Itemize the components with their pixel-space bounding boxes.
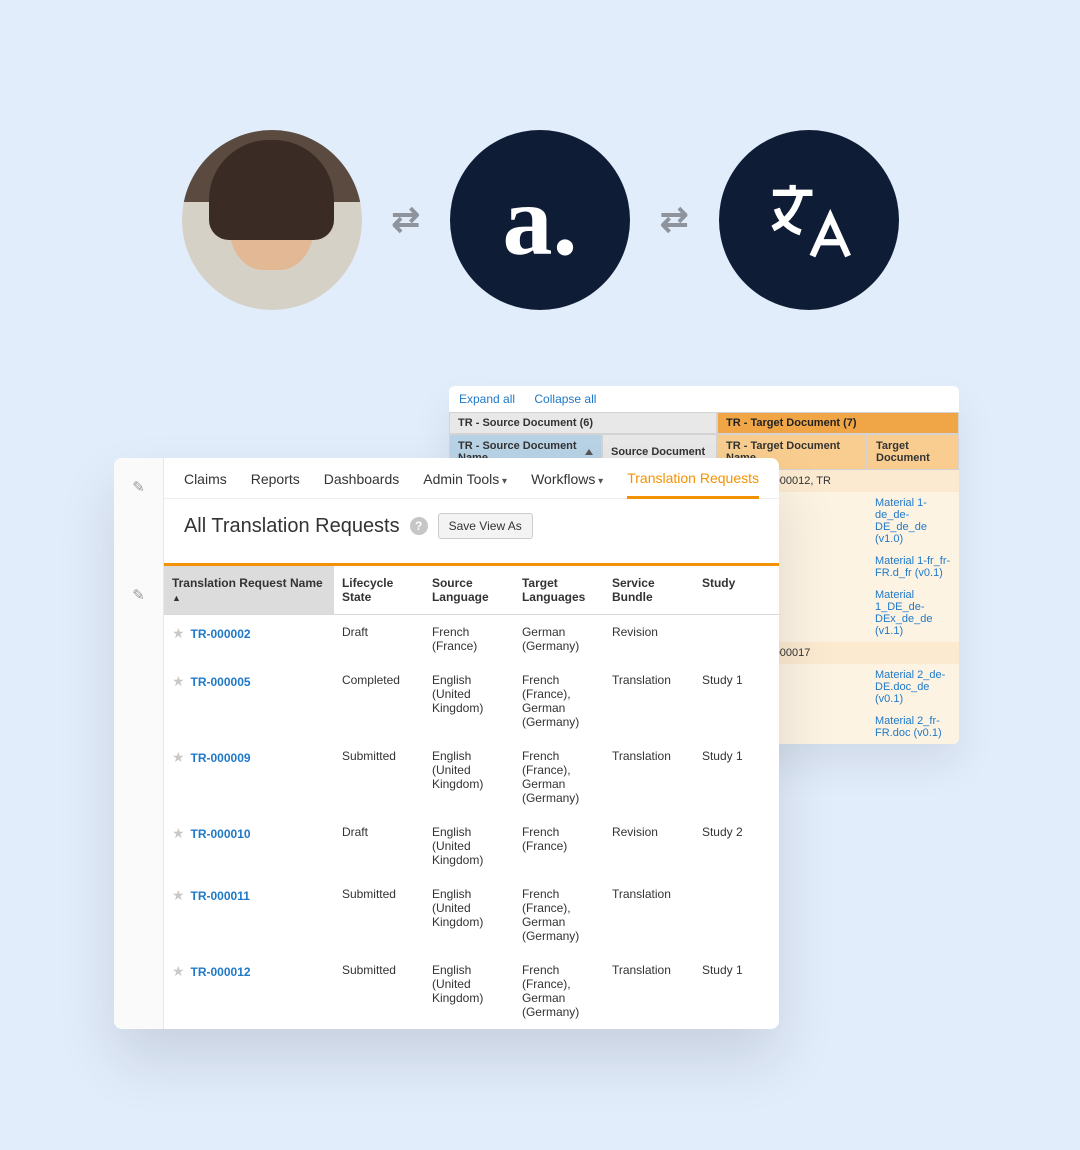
tab-translation-requests[interactable]: Translation Requests bbox=[627, 470, 759, 499]
star-icon[interactable]: ★ bbox=[172, 749, 185, 765]
star-icon[interactable]: ★ bbox=[172, 673, 185, 689]
requests-table: Translation Request Name Lifecycle State… bbox=[164, 566, 779, 1029]
expand-collapse-bar: Expand all Collapse all bbox=[449, 386, 959, 412]
cell-target-langs: French (France), German (Germany) bbox=[514, 663, 604, 739]
group-headers: TR - Source Document (6) TR - Target Doc… bbox=[449, 412, 959, 434]
brand-logo: a. bbox=[503, 163, 578, 278]
tab-workflows[interactable]: Workflows bbox=[531, 471, 603, 497]
group-header-source[interactable]: TR - Source Document (6) bbox=[449, 412, 717, 434]
page-title-row: All Translation Requests ? Save View As bbox=[164, 499, 779, 553]
sort-asc-icon bbox=[585, 449, 593, 455]
page-title: All Translation Requests bbox=[184, 515, 400, 538]
cell-state: Draft bbox=[334, 615, 424, 664]
pencil-icon[interactable]: ✎ bbox=[114, 586, 163, 604]
cell-target-langs: French (France) bbox=[514, 815, 604, 877]
tab-reports[interactable]: Reports bbox=[251, 471, 300, 497]
col-target-doc[interactable]: Target Document bbox=[867, 434, 959, 470]
cell-target-langs: French (France), German (Germany) bbox=[514, 877, 604, 953]
expand-all-link[interactable]: Expand all bbox=[459, 392, 515, 406]
col-request-name[interactable]: Translation Request Name bbox=[164, 566, 334, 615]
cell-state: Submitted bbox=[334, 877, 424, 953]
main-content: Claims Reports Dashboards Admin Tools Wo… bbox=[164, 458, 779, 1029]
swap-arrows-2: ⇄ bbox=[660, 203, 689, 237]
cell-source-lang: English (United Kingdom) bbox=[424, 663, 514, 739]
collapse-all-link[interactable]: Collapse all bbox=[534, 392, 596, 406]
request-link[interactable]: TR-000009 bbox=[191, 751, 251, 765]
cell-bundle: Revision bbox=[604, 615, 694, 664]
cell-study bbox=[694, 877, 779, 953]
cell-study: Study 1 bbox=[694, 663, 779, 739]
cell-target-doc[interactable]: Material 1-fr_fr-FR.d_fr (v0.1) bbox=[867, 550, 959, 584]
avatar-circle bbox=[182, 130, 362, 310]
arrow-right-icon: ⇄ bbox=[660, 203, 689, 237]
col-target-languages[interactable]: Target Languages bbox=[514, 566, 604, 615]
cell-target-langs: German (Germany) bbox=[514, 615, 604, 664]
star-icon[interactable]: ★ bbox=[172, 625, 185, 641]
request-link[interactable]: TR-000005 bbox=[191, 675, 251, 689]
request-link[interactable]: TR-000012 bbox=[191, 965, 251, 979]
tab-dashboards[interactable]: Dashboards bbox=[324, 471, 400, 497]
cell-bundle: Translation bbox=[604, 953, 694, 1029]
cell-state: Submitted bbox=[334, 953, 424, 1029]
star-icon[interactable]: ★ bbox=[172, 963, 185, 979]
cell-target-doc[interactable]: Material 2_fr-FR.doc (v0.1) bbox=[867, 710, 959, 744]
request-link[interactable]: TR-000011 bbox=[191, 889, 250, 903]
col-service-bundle[interactable]: Service Bundle bbox=[604, 566, 694, 615]
pencil-icon[interactable]: ✎ bbox=[114, 478, 163, 496]
col-study[interactable]: Study bbox=[694, 566, 779, 615]
nav-tabs: Claims Reports Dashboards Admin Tools Wo… bbox=[164, 458, 779, 499]
arrow-right-icon: ⇄ bbox=[392, 203, 421, 237]
avatar-image bbox=[182, 130, 362, 310]
group-header-target[interactable]: TR - Target Document (7) bbox=[717, 412, 959, 434]
requests-panel: ✎ ✎ Claims Reports Dashboards Admin Tool… bbox=[114, 458, 779, 1029]
cell-state: Completed bbox=[334, 663, 424, 739]
cell-state: Draft bbox=[334, 815, 424, 877]
tab-claims[interactable]: Claims bbox=[184, 471, 227, 497]
swap-arrows-1: ⇄ bbox=[392, 203, 421, 237]
col-lifecycle-state[interactable]: Lifecycle State bbox=[334, 566, 424, 615]
cell-study: Study 1 bbox=[694, 739, 779, 815]
cell-source-lang: English (United Kingdom) bbox=[424, 739, 514, 815]
brand-circle: a. bbox=[450, 130, 630, 310]
cell-bundle: Translation bbox=[604, 877, 694, 953]
cell-target-doc[interactable]: Material 2_de-DE.doc_de (v0.1) bbox=[867, 664, 959, 710]
save-view-button[interactable]: Save View As bbox=[438, 513, 533, 539]
cell-source-lang: English (United Kingdom) bbox=[424, 953, 514, 1029]
request-link[interactable]: TR-000002 bbox=[191, 627, 251, 641]
star-icon[interactable]: ★ bbox=[172, 825, 185, 841]
col-source-language[interactable]: Source Language bbox=[424, 566, 514, 615]
table-row: ★ TR-000002 DraftFrench (France)German (Ge… bbox=[164, 615, 779, 664]
table-row: ★ TR-000005 CompletedEnglish (United Kingd… bbox=[164, 663, 779, 739]
cell-target-doc[interactable]: Material 1_DE_de-DEx_de_de (v1.1) bbox=[867, 584, 959, 642]
cell-bundle: Translation bbox=[604, 739, 694, 815]
star-icon[interactable]: ★ bbox=[172, 887, 185, 903]
cell-source-lang: English (United Kingdom) bbox=[424, 877, 514, 953]
cell-target-doc[interactable] bbox=[867, 642, 959, 664]
table-row: ★ TR-000011 SubmittedEnglish (United Kingd… bbox=[164, 877, 779, 953]
tab-admin-tools[interactable]: Admin Tools bbox=[423, 471, 507, 497]
hero-row: ⇄ a. ⇄ bbox=[0, 130, 1080, 310]
cell-study: Study 2 bbox=[694, 815, 779, 877]
cell-target-doc[interactable] bbox=[867, 470, 959, 492]
cell-target-langs: French (France), German (Germany) bbox=[514, 739, 604, 815]
table-row: ★ TR-000012 SubmittedEnglish (United Kingd… bbox=[164, 953, 779, 1029]
request-link[interactable]: TR-000010 bbox=[191, 827, 251, 841]
cell-source-lang: French (France) bbox=[424, 615, 514, 664]
cell-bundle: Revision bbox=[604, 815, 694, 877]
translate-icon bbox=[761, 173, 856, 268]
cell-source-lang: English (United Kingdom) bbox=[424, 815, 514, 877]
cell-study: Study 1 bbox=[694, 953, 779, 1029]
cell-state: Submitted bbox=[334, 739, 424, 815]
cell-study bbox=[694, 615, 779, 664]
table-row: ★ TR-000009 SubmittedEnglish (United Kingd… bbox=[164, 739, 779, 815]
cell-target-doc[interactable]: Material 1-de_de-DE_de_de (v1.0) bbox=[867, 492, 959, 550]
translate-circle bbox=[719, 130, 899, 310]
table-row: ★ TR-000010 DraftEnglish (United Kingdom)F… bbox=[164, 815, 779, 877]
help-icon[interactable]: ? bbox=[410, 517, 428, 535]
left-rail: ✎ ✎ bbox=[114, 458, 164, 1029]
cell-target-langs: French (France), German (Germany) bbox=[514, 953, 604, 1029]
cell-bundle: Translation bbox=[604, 663, 694, 739]
